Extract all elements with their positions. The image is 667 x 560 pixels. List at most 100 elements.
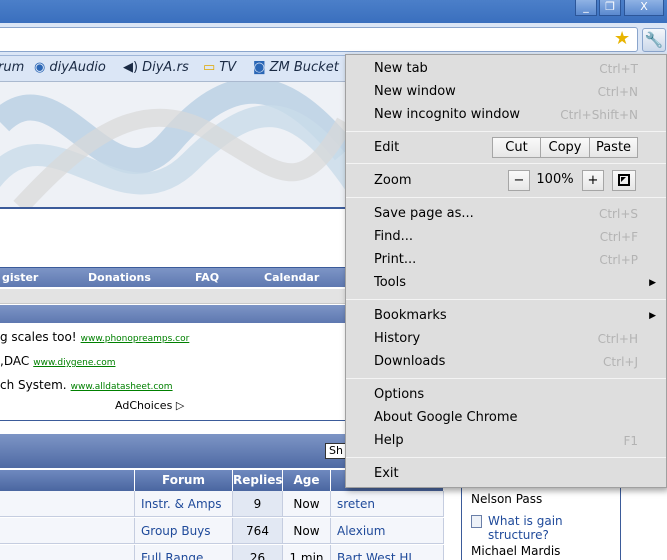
table-cell-user[interactable]: Alexium	[331, 518, 444, 544]
camera-icon: ◙	[253, 60, 266, 75]
diyaudio-icon: ◉	[34, 60, 46, 75]
table-row-title	[0, 518, 135, 544]
ad-line[interactable]: ,DAC www.diygene.com	[0, 354, 115, 368]
bookmark-star-icon[interactable]: ★	[614, 30, 630, 48]
menu-history[interactable]: History	[374, 331, 420, 346]
fullscreen-button[interactable]	[612, 170, 636, 191]
table-cell-forum[interactable]: Full Range	[135, 545, 233, 560]
site-navbar: gister Donations FAQ Calendar	[0, 267, 345, 287]
ads-block: g scales too! www.phonopreamps.cor ,DAC ww…	[0, 323, 345, 421]
thread-link-continued[interactable]: structure?	[488, 528, 549, 542]
menu-find[interactable]: Find...	[374, 229, 413, 244]
menu-edit-label: Edit	[374, 140, 400, 155]
ad-line[interactable]: ch System. www.alldatasheet.com	[0, 378, 173, 392]
shortcut-find: Ctrl+F	[599, 230, 638, 244]
latest-threads-panel: Nelson Pass What is gain structure? Mich…	[461, 488, 621, 560]
bookmark-tv[interactable]: ▭ TV	[203, 60, 236, 75]
shortcut-new-incognito: Ctrl+Shift+N	[560, 108, 638, 122]
nav-register[interactable]: gister	[2, 271, 38, 284]
bookmark-diyars[interactable]: ◀) DiyA.rs	[123, 60, 189, 75]
browser-toolbar	[0, 23, 667, 56]
table-cell-user[interactable]: sreten	[331, 491, 444, 517]
copy-button[interactable]: Copy	[540, 137, 590, 158]
table-cell-age: 1 min	[283, 545, 331, 560]
zoom-in-button[interactable]: +	[582, 170, 604, 191]
nav-faq[interactable]: FAQ	[195, 271, 219, 284]
bookmark-forum[interactable]: rum	[0, 60, 24, 75]
menu-downloads[interactable]: Downloads	[374, 354, 445, 369]
menu-about-google-chrome[interactable]: About Google Chrome	[374, 410, 518, 425]
shortcut-help: F1	[623, 434, 638, 448]
menu-separator	[346, 457, 666, 458]
menu-exit[interactable]: Exit	[374, 466, 399, 481]
minimize-button[interactable]: _	[575, 0, 597, 16]
menu-options[interactable]: Options	[374, 387, 424, 402]
show-button[interactable]: Sh	[325, 443, 347, 459]
nav-donations[interactable]: Donations	[88, 271, 151, 284]
shortcut-new-tab: Ctrl+T	[599, 62, 638, 76]
fullscreen-icon	[618, 174, 630, 186]
zoom-out-button[interactable]: −	[508, 170, 530, 191]
wrench-menu-icon[interactable]: 🔧	[642, 28, 666, 52]
bookmark-zm-bucket[interactable]: ◙ ZM Bucket	[253, 60, 339, 75]
shortcut-print: Ctrl+P	[599, 253, 638, 267]
window-titlebar: _ ❐ X	[0, 0, 667, 23]
menu-zoom-label: Zoom	[374, 173, 412, 188]
column-header-title	[0, 470, 135, 491]
menu-separator	[346, 197, 666, 198]
shortcut-new-window: Ctrl+N	[597, 85, 638, 99]
menu-new-tab[interactable]: New tab	[374, 61, 428, 76]
table-cell-age: Now	[283, 491, 331, 517]
column-header-age[interactable]: Age	[283, 470, 331, 491]
menu-tools[interactable]: Tools	[374, 275, 406, 290]
column-header-replies[interactable]: Replies	[233, 470, 283, 491]
table-cell-forum[interactable]: Group Buys	[135, 518, 233, 544]
document-icon	[471, 515, 482, 528]
column-header-forum[interactable]: Forum	[135, 470, 233, 491]
omnibox[interactable]	[0, 27, 638, 52]
shortcut-downloads: Ctrl+J	[603, 355, 638, 369]
ad-line[interactable]: g scales too! www.phonopreamps.cor	[0, 330, 189, 344]
folder-icon: ▭	[203, 60, 216, 75]
bookmark-diyaudio[interactable]: ◉ diyAudio	[34, 60, 106, 75]
adchoices-icon: ▷	[175, 399, 185, 412]
banner-divider	[0, 207, 345, 209]
menu-print[interactable]: Print...	[374, 252, 416, 267]
menu-separator	[346, 131, 666, 132]
menu-new-incognito-window[interactable]: New incognito window	[374, 107, 520, 122]
table-cell-replies: 26	[233, 545, 283, 560]
ads-header	[0, 305, 345, 323]
forum-section-header	[0, 434, 345, 468]
thread-link[interactable]: What is gain	[488, 514, 563, 528]
speaker-icon: ◀)	[123, 60, 139, 75]
nav-calendar[interactable]: Calendar	[264, 271, 319, 284]
menu-help[interactable]: Help	[374, 433, 404, 448]
paste-button[interactable]: Paste	[589, 137, 638, 158]
submenu-arrow-icon: ▶	[649, 311, 656, 321]
menu-separator	[346, 378, 666, 379]
close-button[interactable]: X	[624, 0, 664, 16]
shortcut-history: Ctrl+H	[597, 332, 638, 346]
shortcut-save-page: Ctrl+S	[598, 207, 638, 221]
restore-button[interactable]: ❐	[599, 0, 621, 16]
table-row-title	[0, 491, 135, 517]
menu-separator	[346, 299, 666, 300]
submenu-arrow-icon: ▶	[649, 278, 656, 288]
table-row-title	[0, 545, 135, 560]
zoom-level: 100%	[536, 172, 574, 187]
subnav-bar	[0, 289, 345, 304]
site-banner	[0, 82, 345, 207]
menu-bookmarks[interactable]: Bookmarks	[374, 308, 447, 323]
thread-author[interactable]: Michael Mardis	[471, 544, 560, 558]
table-cell-age: Now	[283, 518, 331, 544]
table-cell-forum[interactable]: Instr. & Amps	[135, 491, 233, 517]
menu-save-page-as[interactable]: Save page as...	[374, 206, 474, 221]
menu-new-window[interactable]: New window	[374, 84, 456, 99]
cut-button[interactable]: Cut	[492, 137, 541, 158]
adchoices-link[interactable]: AdChoices ▷	[115, 399, 184, 412]
table-cell-replies: 764	[233, 518, 283, 544]
table-cell-replies: 9	[233, 491, 283, 517]
menu-separator	[346, 163, 666, 164]
table-cell-user[interactable]: Bart West HI	[331, 545, 444, 560]
thread-author[interactable]: Nelson Pass	[471, 492, 542, 506]
